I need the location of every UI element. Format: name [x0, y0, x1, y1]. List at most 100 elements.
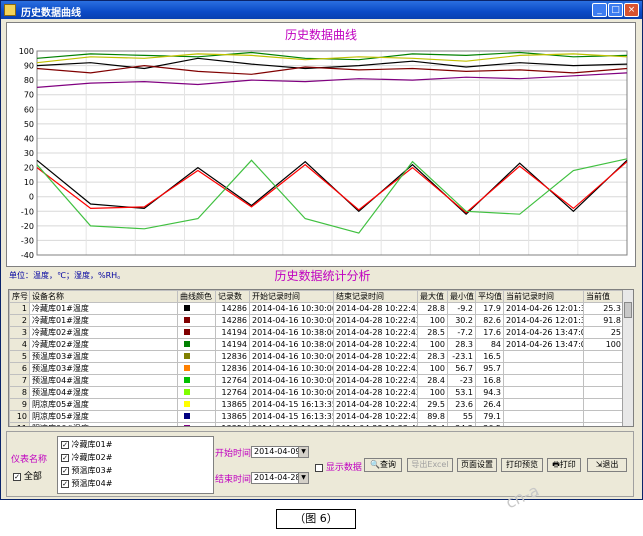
device-item[interactable]: ✓ 预温库04# — [61, 478, 112, 489]
device-item[interactable]: ✓ 预温库03# — [61, 465, 112, 476]
column-header[interactable]: 当前值 — [583, 290, 624, 303]
stats-header-row: 序号 设备名称 曲线颜色 记录数 开始记录时间 结束记录时间 最大值 最小值 平均值 当前记录时间… — [9, 290, 624, 303]
table-cell: 阴凉库05#湿度 — [29, 410, 178, 423]
column-header[interactable]: 平均值 — [475, 290, 504, 303]
all-checkbox-wrap[interactable]: ✓ 全部 — [13, 469, 42, 482]
table-cell: 14194 — [215, 326, 250, 339]
table-cell — [177, 326, 216, 339]
table-cell: 14286 — [215, 314, 250, 327]
table-cell: 冷藏库02#温度 — [29, 326, 178, 339]
table-row[interactable]: 4 冷藏库02#湿度 14194 2014-04-16 10:38:00 2014-04… — [9, 338, 624, 351]
table-scrollbar[interactable] — [622, 290, 633, 426]
maximize-button[interactable]: □ — [608, 3, 623, 17]
table-row[interactable]: 10 阴凉库05#湿度 13865 2014-04-15 16:13:35 2014-0… — [9, 410, 624, 423]
table-cell — [177, 362, 216, 375]
device-item[interactable]: ✓ 冷藏库01# — [61, 439, 112, 450]
table-row[interactable]: 1 冷藏库01#温度 14286 2014-04-16 10:30:00 2014-04… — [9, 302, 624, 315]
table-cell: 24.2 — [447, 422, 476, 426]
exit-button[interactable]: ⇲退出 — [587, 458, 627, 472]
table-row[interactable]: 5 预温库03#温度 12836 2014-04-16 10:30:00 2014-04… — [9, 350, 624, 363]
table-row[interactable]: 11阴凉库06#温度 133542014-04-15 16:13:352014-0… — [9, 422, 624, 426]
table-cell: 29.4 — [417, 422, 448, 426]
curve-color-swatch — [184, 401, 190, 407]
column-header[interactable]: 当前记录时间 — [503, 290, 584, 303]
table-cell — [177, 398, 216, 411]
window-title: 历史数据曲线 — [21, 8, 81, 19]
table-row[interactable]: 9 阴凉库05#温度 13865 2014-04-15 16:13:35 2014-04… — [9, 398, 624, 411]
print-button[interactable]: 🖶打印 — [547, 458, 581, 472]
table-cell: 82.6 — [475, 314, 504, 327]
column-header[interactable]: 序号 — [9, 290, 30, 303]
table-cell — [583, 362, 624, 375]
table-row[interactable]: 6 预温库03#湿度 12836 2014-04-16 10:30:00 2014-04… — [9, 362, 624, 375]
column-header[interactable]: 结束记录时间 — [333, 290, 418, 303]
table-cell: 4 — [9, 338, 30, 351]
end-date-picker[interactable]: 2014-04-28 ▼ — [251, 472, 309, 484]
column-header[interactable]: 最小值 — [447, 290, 476, 303]
table-cell: 2014-04-28 10:22:43 — [333, 314, 418, 327]
column-header[interactable]: 最大值 — [417, 290, 448, 303]
end-time-label: 结束时间 — [215, 475, 252, 485]
chevron-down-icon[interactable]: ▼ — [298, 447, 308, 457]
device-list[interactable]: ✓ 冷藏库01# ✓ 冷藏库02# ✓ 预温库03# ✓ 预温库04# — [57, 436, 214, 494]
export-excel-button[interactable]: 导出Excel — [407, 458, 453, 472]
table-cell — [583, 374, 624, 387]
table-cell: 28.3 — [417, 350, 448, 363]
y-tick-label: 20 — [24, 164, 34, 173]
chart-title: 历史数据曲线 — [284, 28, 357, 42]
stats-title: 历史数据统计分析 — [274, 269, 371, 283]
table-cell: 2014-04-28 10:22:43 — [333, 422, 418, 426]
table-cell: 2014-04-26 12:01:32 — [503, 314, 584, 327]
chevron-down-icon[interactable]: ▼ — [298, 473, 308, 483]
curve-color-swatch — [184, 389, 190, 395]
show-data-checkbox[interactable] — [315, 463, 323, 472]
column-header[interactable]: 设备名称 — [29, 290, 178, 303]
chart-plot: 1009080706050403020100-10-20-30-40 — [19, 47, 628, 260]
table-row[interactable]: 3 冷藏库02#温度 14194 2014-04-16 10:38:00 2014-04… — [9, 326, 624, 339]
table-cell — [177, 302, 216, 315]
table-cell: 14194 — [215, 338, 250, 351]
table-cell: 9 — [9, 398, 30, 411]
history-chart: 历史数据曲线 100 90 80 70 60 50 40 30 20 10 0 -10 -20 -30 -4… — [6, 22, 636, 267]
show-data-toggle[interactable]: 显示数据 — [315, 460, 362, 473]
y-tick-label: 30 — [24, 149, 34, 158]
controls-panel: 仪表名称 ✓ 全部 ✓ 冷藏库01# ✓ 冷藏库02# ✓ 预温库03# ✓ 预… — [6, 431, 634, 497]
y-tick-label: 10 — [24, 178, 34, 187]
table-cell — [503, 386, 584, 399]
table-cell: 2014-04-16 10:30:00 — [249, 362, 334, 375]
table-cell — [177, 422, 216, 426]
page-setup-button[interactable]: 页面设置 — [457, 458, 497, 472]
table-cell: 预温库04#温度 — [29, 374, 178, 387]
table-row[interactable]: 8 预温库04#湿度 12764 2014-04-16 10:30:00 2014-04… — [9, 386, 624, 399]
query-button[interactable]: 🔍查询 — [364, 458, 402, 472]
table-cell — [177, 338, 216, 351]
table-row[interactable]: 2 冷藏库01#湿度 14286 2014-04-16 10:30:00 2014-04… — [9, 314, 624, 327]
table-cell: 17.6 — [475, 326, 504, 339]
scrollbar-thumb[interactable] — [624, 302, 632, 318]
table-cell: 2014-04-16 10:30:00 — [249, 350, 334, 363]
all-checkbox[interactable]: ✓ — [13, 472, 21, 481]
minimize-button[interactable]: _ — [592, 3, 607, 17]
column-header[interactable]: 曲线颜色 — [177, 290, 216, 303]
table-cell: 2014-04-28 10:22:43 — [333, 338, 418, 351]
table-cell: 28.5 — [417, 326, 448, 339]
table-row[interactable]: 7 预温库04#温度 12764 2014-04-16 10:30:00 2014-04… — [9, 374, 624, 387]
print-preview-button[interactable]: 打印预览 — [501, 458, 543, 472]
table-cell: 16.5 — [475, 350, 504, 363]
title-bar: 历史数据曲线 _ □ × — [1, 1, 642, 19]
close-button[interactable]: × — [624, 3, 639, 17]
y-tick-label: -20 — [21, 222, 34, 231]
start-time-label: 开始时间 — [215, 449, 252, 459]
table-cell: 26.4 — [475, 398, 504, 411]
curve-color-swatch — [184, 353, 190, 359]
table-cell: 2014-04-28 10:22:43 — [333, 302, 418, 315]
table-cell: 17.9 — [475, 302, 504, 315]
curve-color-swatch — [184, 305, 190, 311]
table-cell — [583, 410, 624, 423]
column-header[interactable]: 开始记录时间 — [249, 290, 334, 303]
device-item[interactable]: ✓ 冷藏库02# — [61, 452, 112, 463]
column-header[interactable]: 记录数 — [215, 290, 250, 303]
start-date-picker[interactable]: 2014-04-09 ▼ — [251, 446, 309, 458]
curve-color-swatch — [184, 413, 190, 419]
table-cell: 100 — [583, 338, 624, 351]
